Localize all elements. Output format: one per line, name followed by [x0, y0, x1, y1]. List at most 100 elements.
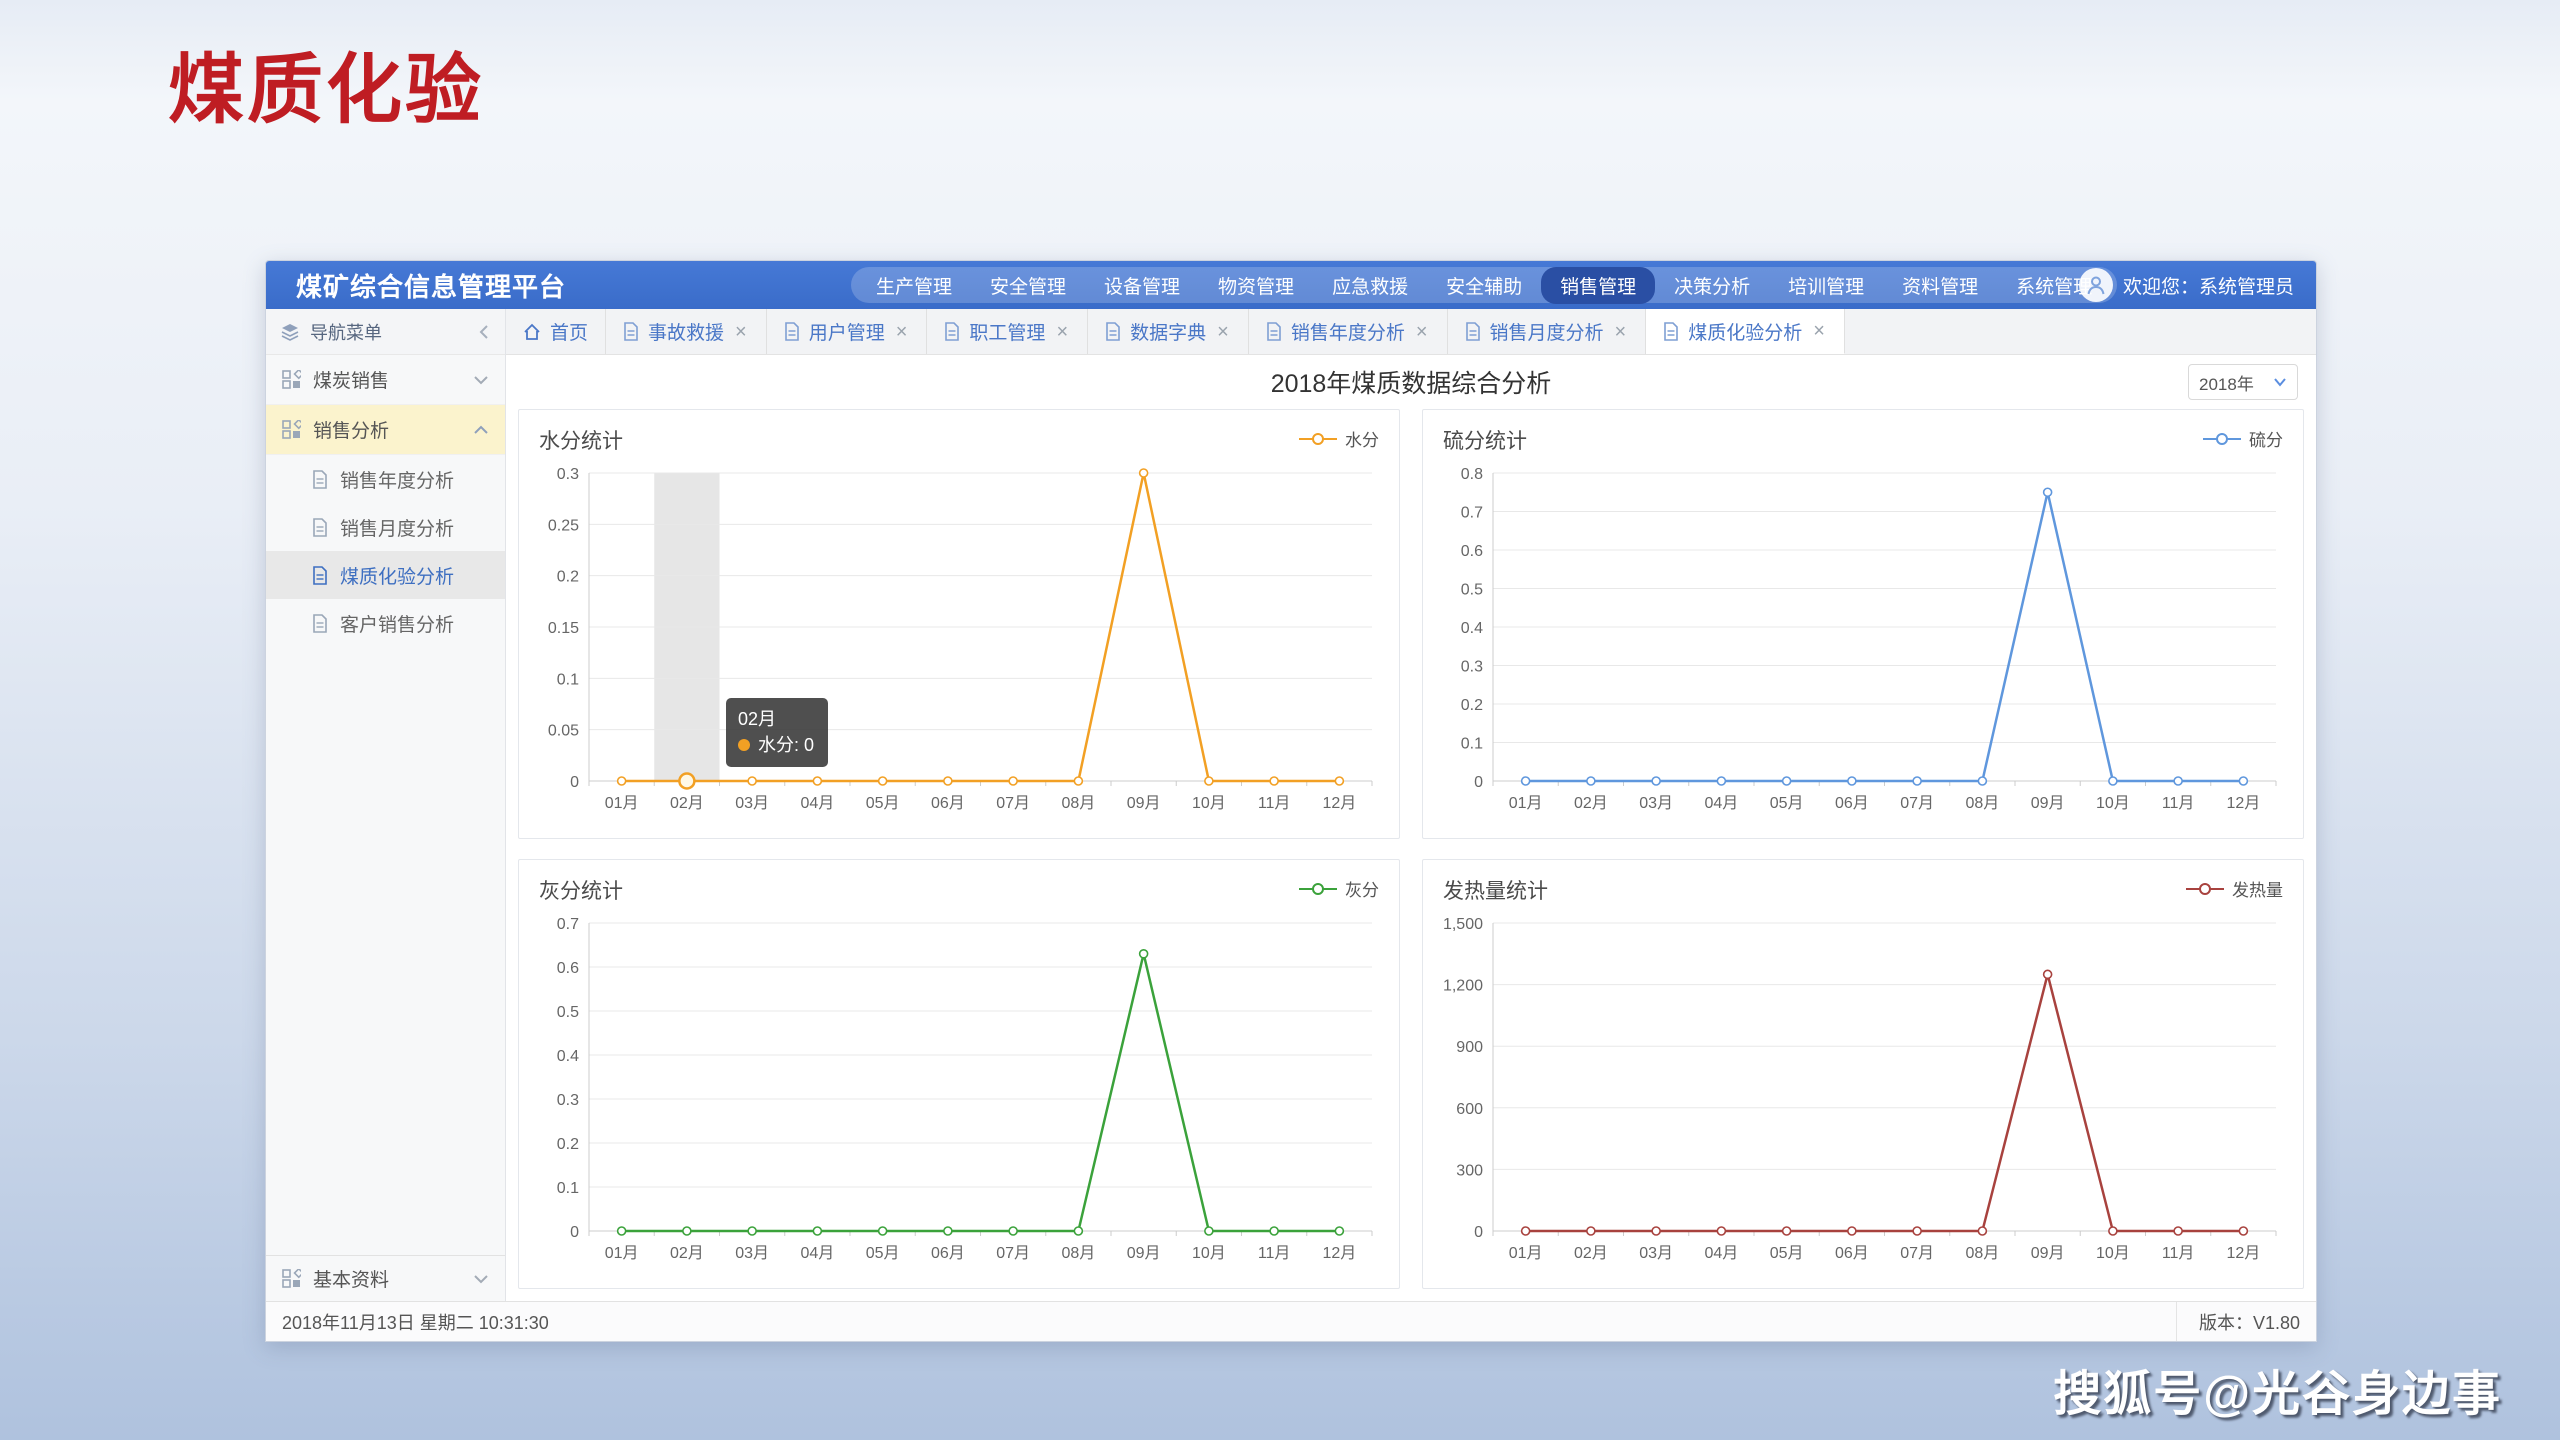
data-point[interactable]	[1717, 777, 1725, 785]
data-point[interactable]	[1205, 1227, 1213, 1235]
status-datetime: 2018年11月13日 星期二 10:31:30	[282, 1309, 549, 1335]
chart-legend[interactable]: 发热量	[2186, 876, 2283, 901]
close-icon[interactable]: ×	[1215, 320, 1231, 344]
sidebar-item[interactable]: 客户销售分析	[266, 599, 505, 647]
data-point[interactable]	[1522, 1227, 1530, 1235]
tab[interactable]: 销售月度分析×	[1448, 309, 1647, 354]
data-point[interactable]	[1205, 777, 1213, 785]
tab[interactable]: 数据字典 ×	[1088, 309, 1249, 354]
data-point[interactable]	[683, 1227, 691, 1235]
collapse-sidebar-icon[interactable]	[477, 323, 491, 341]
nav-item[interactable]: 培训管理	[1769, 267, 1883, 304]
data-point[interactable]	[1522, 777, 1530, 785]
data-point[interactable]	[2044, 488, 2052, 496]
data-point[interactable]	[1140, 469, 1148, 477]
sidebar-group[interactable]: 销售分析	[266, 405, 505, 455]
tab[interactable]: 煤质化验分析×	[1646, 309, 1845, 354]
tab-label: 数据字典	[1130, 318, 1206, 345]
year-select[interactable]: 2018年	[2188, 364, 2298, 400]
data-point[interactable]	[1717, 1227, 1725, 1235]
data-point[interactable]	[1652, 777, 1660, 785]
tab[interactable]: 事故救援×	[606, 309, 767, 354]
x-tick-label: 02月	[670, 1245, 704, 1262]
sidebar-item[interactable]: 销售月度分析	[266, 503, 505, 551]
sidebar-item[interactable]: 销售年度分析	[266, 455, 505, 503]
year-select-value: 2018年	[2199, 370, 2254, 395]
close-icon[interactable]: ×	[894, 320, 910, 344]
tab[interactable]: 职工管理×	[927, 309, 1088, 354]
nav-item[interactable]: 安全管理	[971, 267, 1085, 304]
data-point[interactable]	[1074, 777, 1082, 785]
data-point[interactable]	[2239, 1227, 2247, 1235]
data-point[interactable]	[748, 1227, 756, 1235]
data-point[interactable]	[1270, 777, 1278, 785]
data-point[interactable]	[879, 777, 887, 785]
data-point[interactable]	[1783, 777, 1791, 785]
data-point[interactable]	[2109, 1227, 2117, 1235]
close-icon[interactable]: ×	[1811, 319, 1827, 343]
data-point[interactable]	[1074, 1227, 1082, 1235]
sidebar-group[interactable]: 煤炭销售	[266, 355, 505, 405]
nav-item[interactable]: 安全辅助	[1427, 267, 1541, 304]
data-point[interactable]	[618, 777, 626, 785]
tab[interactable]: 首页	[506, 309, 606, 354]
data-point[interactable]	[1335, 1227, 1343, 1235]
nav-item[interactable]: 设备管理	[1085, 267, 1199, 304]
user-area[interactable]: 欢迎您：系统管理员	[2079, 261, 2294, 309]
data-point[interactable]	[813, 1227, 821, 1235]
chart-plot[interactable]: 00.050.10.150.20.250.301月02月03月04月05月06月…	[531, 461, 1386, 821]
sidebar-item[interactable]: 煤质化验分析	[266, 551, 505, 599]
data-point[interactable]	[944, 1227, 952, 1235]
data-point[interactable]	[1848, 777, 1856, 785]
data-point[interactable]	[1978, 777, 1986, 785]
data-point[interactable]	[1652, 1227, 1660, 1235]
data-point[interactable]	[2174, 777, 2182, 785]
chart-legend[interactable]: 水分	[1299, 426, 1379, 451]
close-icon[interactable]: ×	[1054, 320, 1070, 344]
data-point[interactable]	[1009, 1227, 1017, 1235]
data-point[interactable]	[1587, 1227, 1595, 1235]
chart-plot[interactable]: 00.10.20.30.40.50.60.701月02月03月04月05月06月…	[531, 911, 1386, 1271]
chart-legend[interactable]: 灰分	[1299, 876, 1379, 901]
nav-item[interactable]: 生产管理	[857, 267, 971, 304]
y-tick-label: 600	[1456, 1101, 1483, 1118]
data-point[interactable]	[1335, 777, 1343, 785]
chart-plot[interactable]: 03006009001,2001,50001月02月03月04月05月06月07…	[1435, 911, 2290, 1271]
data-point[interactable]	[1140, 950, 1148, 958]
sidebar-item-label: 煤质化验分析	[340, 562, 454, 589]
x-tick-label: 07月	[996, 1245, 1030, 1262]
data-point[interactable]	[748, 777, 756, 785]
data-point[interactable]	[1913, 777, 1921, 785]
data-point[interactable]	[618, 1227, 626, 1235]
data-point[interactable]	[1978, 1227, 1986, 1235]
close-icon[interactable]: ×	[733, 320, 749, 344]
tab[interactable]: 用户管理×	[767, 309, 928, 354]
nav-item[interactable]: 物资管理	[1199, 267, 1313, 304]
nav-item[interactable]: 资料管理	[1883, 267, 1997, 304]
data-point[interactable]	[2174, 1227, 2182, 1235]
data-point[interactable]	[1587, 777, 1595, 785]
tab[interactable]: 销售年度分析×	[1249, 309, 1448, 354]
user-avatar-icon[interactable]	[2079, 268, 2113, 302]
data-point[interactable]	[1913, 1227, 1921, 1235]
data-point[interactable]	[1848, 1227, 1856, 1235]
data-point[interactable]	[1270, 1227, 1278, 1235]
grid-icon	[282, 1269, 301, 1288]
data-point[interactable]	[2239, 777, 2247, 785]
sidebar-group[interactable]: 基本资料	[266, 1256, 505, 1301]
data-point[interactable]	[2044, 970, 2052, 978]
nav-item[interactable]: 应急救援	[1313, 267, 1427, 304]
nav-item[interactable]: 决策分析	[1655, 267, 1769, 304]
chart-legend[interactable]: 硫分	[2203, 426, 2283, 451]
data-point[interactable]	[944, 777, 952, 785]
data-point[interactable]	[813, 777, 821, 785]
hovered-data-point[interactable]	[679, 774, 694, 789]
data-point[interactable]	[2109, 777, 2117, 785]
close-icon[interactable]: ×	[1414, 320, 1430, 344]
data-point[interactable]	[1009, 777, 1017, 785]
chart-plot[interactable]: 00.10.20.30.40.50.60.70.801月02月03月04月05月…	[1435, 461, 2290, 821]
data-point[interactable]	[879, 1227, 887, 1235]
close-icon[interactable]: ×	[1613, 320, 1629, 344]
data-point[interactable]	[1783, 1227, 1791, 1235]
nav-item[interactable]: 销售管理	[1541, 267, 1655, 304]
